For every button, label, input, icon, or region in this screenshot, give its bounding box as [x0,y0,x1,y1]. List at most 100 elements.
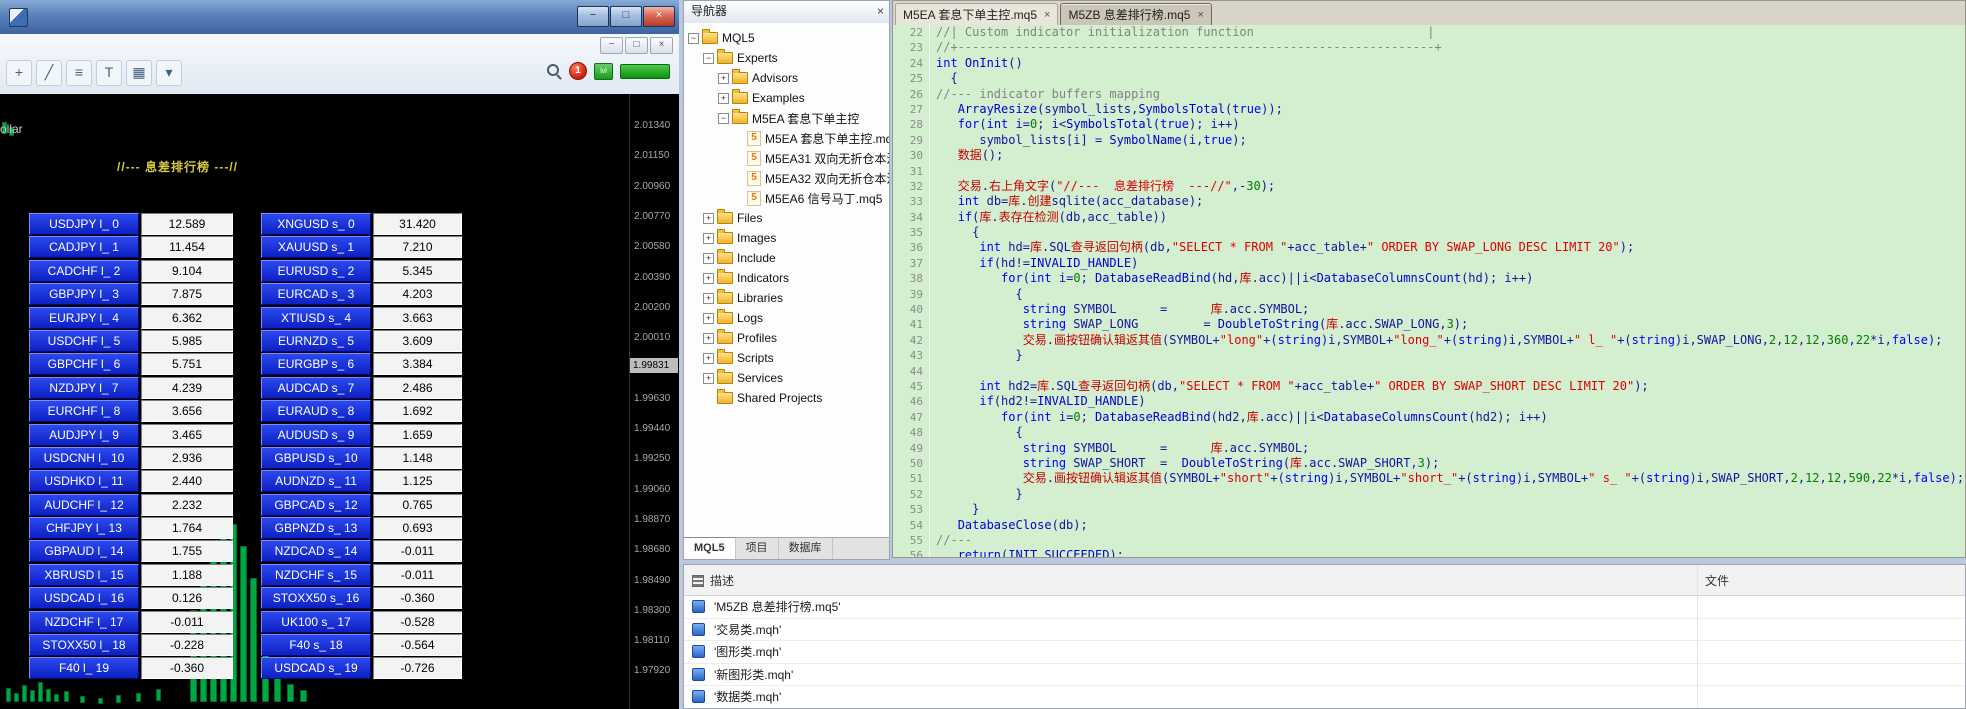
symbol-button[interactable]: AUDCAD s_ 7 [261,376,371,399]
tree-item[interactable]: + Profiles [684,328,889,348]
swap-value-field[interactable]: 3.465 [141,423,233,446]
symbol-button[interactable]: GBPAUD l_ 14 [29,540,139,563]
tree-item[interactable]: + Images [684,228,889,248]
swap-value-field[interactable]: 31.420 [373,213,462,235]
expand-toggle-icon[interactable]: − [688,32,699,44]
toolbox-row[interactable]: '新图形类.mqh' [684,663,1965,686]
navigator-tab-1[interactable]: 项目 [736,538,779,559]
symbol-button[interactable]: F40 l_ 19 [29,657,139,680]
swap-value-field[interactable]: 3.609 [373,329,462,352]
tree-item[interactable]: + Indicators [684,268,889,288]
swap-value-field[interactable]: -0.011 [373,563,462,586]
code-area[interactable]: 22 //| Custom indicator initialization fu… [893,25,1965,557]
symbol-button[interactable]: XTIUSD s_ 4 [261,306,371,329]
navigator-tab-2[interactable]: 数据库 [779,538,833,559]
symbol-button[interactable]: AUDUSD s_ 9 [261,423,371,446]
swap-value-field[interactable]: 9.104 [141,259,233,282]
swap-value-field[interactable]: 2.232 [141,493,233,516]
toolbox-row[interactable]: '数据类.mqh' [684,686,1965,708]
tree-item[interactable]: 5 M5EA32 双向无折仓本池 [684,168,889,188]
symbol-button[interactable]: USDHKD l_ 11 [29,470,139,493]
toolbox-row[interactable]: '图形类.mqh' [684,641,1965,664]
titlebar[interactable]: − □ × [0,0,679,35]
toolbox-row[interactable]: 'M5ZB 息差排行榜.mq5' [684,596,1965,619]
tree-item[interactable]: + Libraries [684,288,889,308]
symbol-button[interactable]: USDJPY l_ 0 [29,213,139,235]
symbol-button[interactable]: STOXX50 l_ 18 [29,634,139,657]
swap-value-field[interactable]: 7.875 [141,283,233,306]
swap-value-field[interactable]: -0.528 [373,610,462,633]
symbol-button[interactable]: EURAUD s_ 8 [261,400,371,423]
symbol-button[interactable]: XBRUSD l_ 15 [29,563,139,586]
tree-item[interactable]: + Logs [684,308,889,328]
swap-value-field[interactable]: -0.011 [141,610,233,633]
tree-item[interactable]: + Files [684,208,889,228]
tree-item[interactable]: + Scripts [684,348,889,368]
swap-value-field[interactable]: 1.659 [373,423,462,446]
symbol-button[interactable]: NZDCHF s_ 15 [261,563,371,586]
minimize-button[interactable]: − [577,6,609,27]
swap-value-field[interactable]: 1.692 [373,400,462,423]
notification-badge[interactable]: 1 [569,62,587,80]
swap-value-field[interactable]: 2.440 [141,470,233,493]
toolbox-row[interactable]: '交易类.mqh' [684,618,1965,641]
symbol-button[interactable]: EURJPY l_ 4 [29,306,139,329]
expand-toggle-icon[interactable]: + [703,252,714,264]
tree-item[interactable]: + Examples [684,88,889,108]
symbol-button[interactable]: F40 s_ 18 [261,634,371,657]
tree-item[interactable]: Shared Projects [684,388,889,408]
expand-toggle-icon[interactable]: + [703,292,714,304]
swap-value-field[interactable]: 1.125 [373,470,462,493]
symbol-button[interactable]: AUDCHF l_ 12 [29,493,139,516]
symbol-button[interactable]: XNGUSD s_ 0 [261,213,371,235]
swap-value-field[interactable]: -0.360 [373,587,462,610]
symbol-button[interactable]: AUDJPY l_ 9 [29,423,139,446]
editor-tab-1[interactable]: M5ZB 息差排行榜.mq5 × [1060,3,1212,25]
swap-value-field[interactable]: 5.985 [141,329,233,352]
swap-value-field[interactable]: 3.656 [141,400,233,423]
tree-item[interactable]: + Services [684,368,889,388]
swap-value-field[interactable]: 2.936 [141,446,233,469]
symbol-button[interactable]: NZDJPY l_ 7 [29,376,139,399]
symbol-button[interactable]: AUDNZD s_ 11 [261,470,371,493]
tree-item[interactable]: + Include [684,248,889,268]
swap-value-field[interactable]: 0.693 [373,517,462,540]
symbol-button[interactable]: GBPNZD s_ 13 [261,517,371,540]
swap-value-field[interactable]: 1.764 [141,517,233,540]
symbol-button[interactable]: EURUSD s_ 2 [261,259,371,282]
swap-value-field[interactable]: 0.126 [141,587,233,610]
maximize-button[interactable]: □ [610,6,642,27]
swap-value-field[interactable]: 11.454 [141,236,233,259]
close-icon[interactable]: × [1044,9,1050,21]
chart-canvas[interactable]: ollar //--- 息差排行榜 ---// USDJPY l_ 0 12.58… [0,94,679,709]
symbol-button[interactable]: GBPJPY l_ 3 [29,283,139,306]
symbol-button[interactable]: CHFJPY l_ 13 [29,517,139,540]
symbol-button[interactable]: NZDCHF l_ 17 [29,610,139,633]
expand-toggle-icon[interactable]: + [703,372,714,384]
expand-toggle-icon[interactable]: + [718,72,729,84]
symbol-button[interactable]: EURCAD s_ 3 [261,283,371,306]
search-icon[interactable] [547,63,562,79]
symbol-button[interactable]: GBPCHF l_ 6 [29,353,139,376]
chart-close-button[interactable]: × [650,37,673,54]
swap-value-field[interactable]: 1.148 [373,446,462,469]
symbol-button[interactable]: USDCAD l_ 16 [29,587,139,610]
tree-item[interactable]: − Experts [684,48,889,68]
swap-value-field[interactable]: -0.011 [373,540,462,563]
tools-dropdown-icon[interactable]: ▾ [156,60,182,86]
symbol-button[interactable]: EURNZD s_ 5 [261,329,371,352]
close-button[interactable]: × [643,6,675,27]
lines-tool-icon[interactable]: ≡ [66,60,92,86]
swap-value-field[interactable]: 5.345 [373,259,462,282]
tree-item[interactable]: 5 M5EA6 信号马丁.mq5 [684,188,889,208]
expand-toggle-icon[interactable]: + [703,272,714,284]
close-icon[interactable]: × [1198,9,1204,21]
tree-item[interactable]: + Advisors [684,68,889,88]
expand-toggle-icon[interactable]: + [718,92,729,104]
symbol-button[interactable]: STOXX50 s_ 16 [261,587,371,610]
symbol-button[interactable]: NZDCAD s_ 14 [261,540,371,563]
symbol-button[interactable]: XAUUSD s_ 1 [261,236,371,259]
swap-value-field[interactable]: 5.751 [141,353,233,376]
symbol-button[interactable]: CADCHF l_ 2 [29,259,139,282]
crosshair-tool-icon[interactable]: + [6,60,32,86]
